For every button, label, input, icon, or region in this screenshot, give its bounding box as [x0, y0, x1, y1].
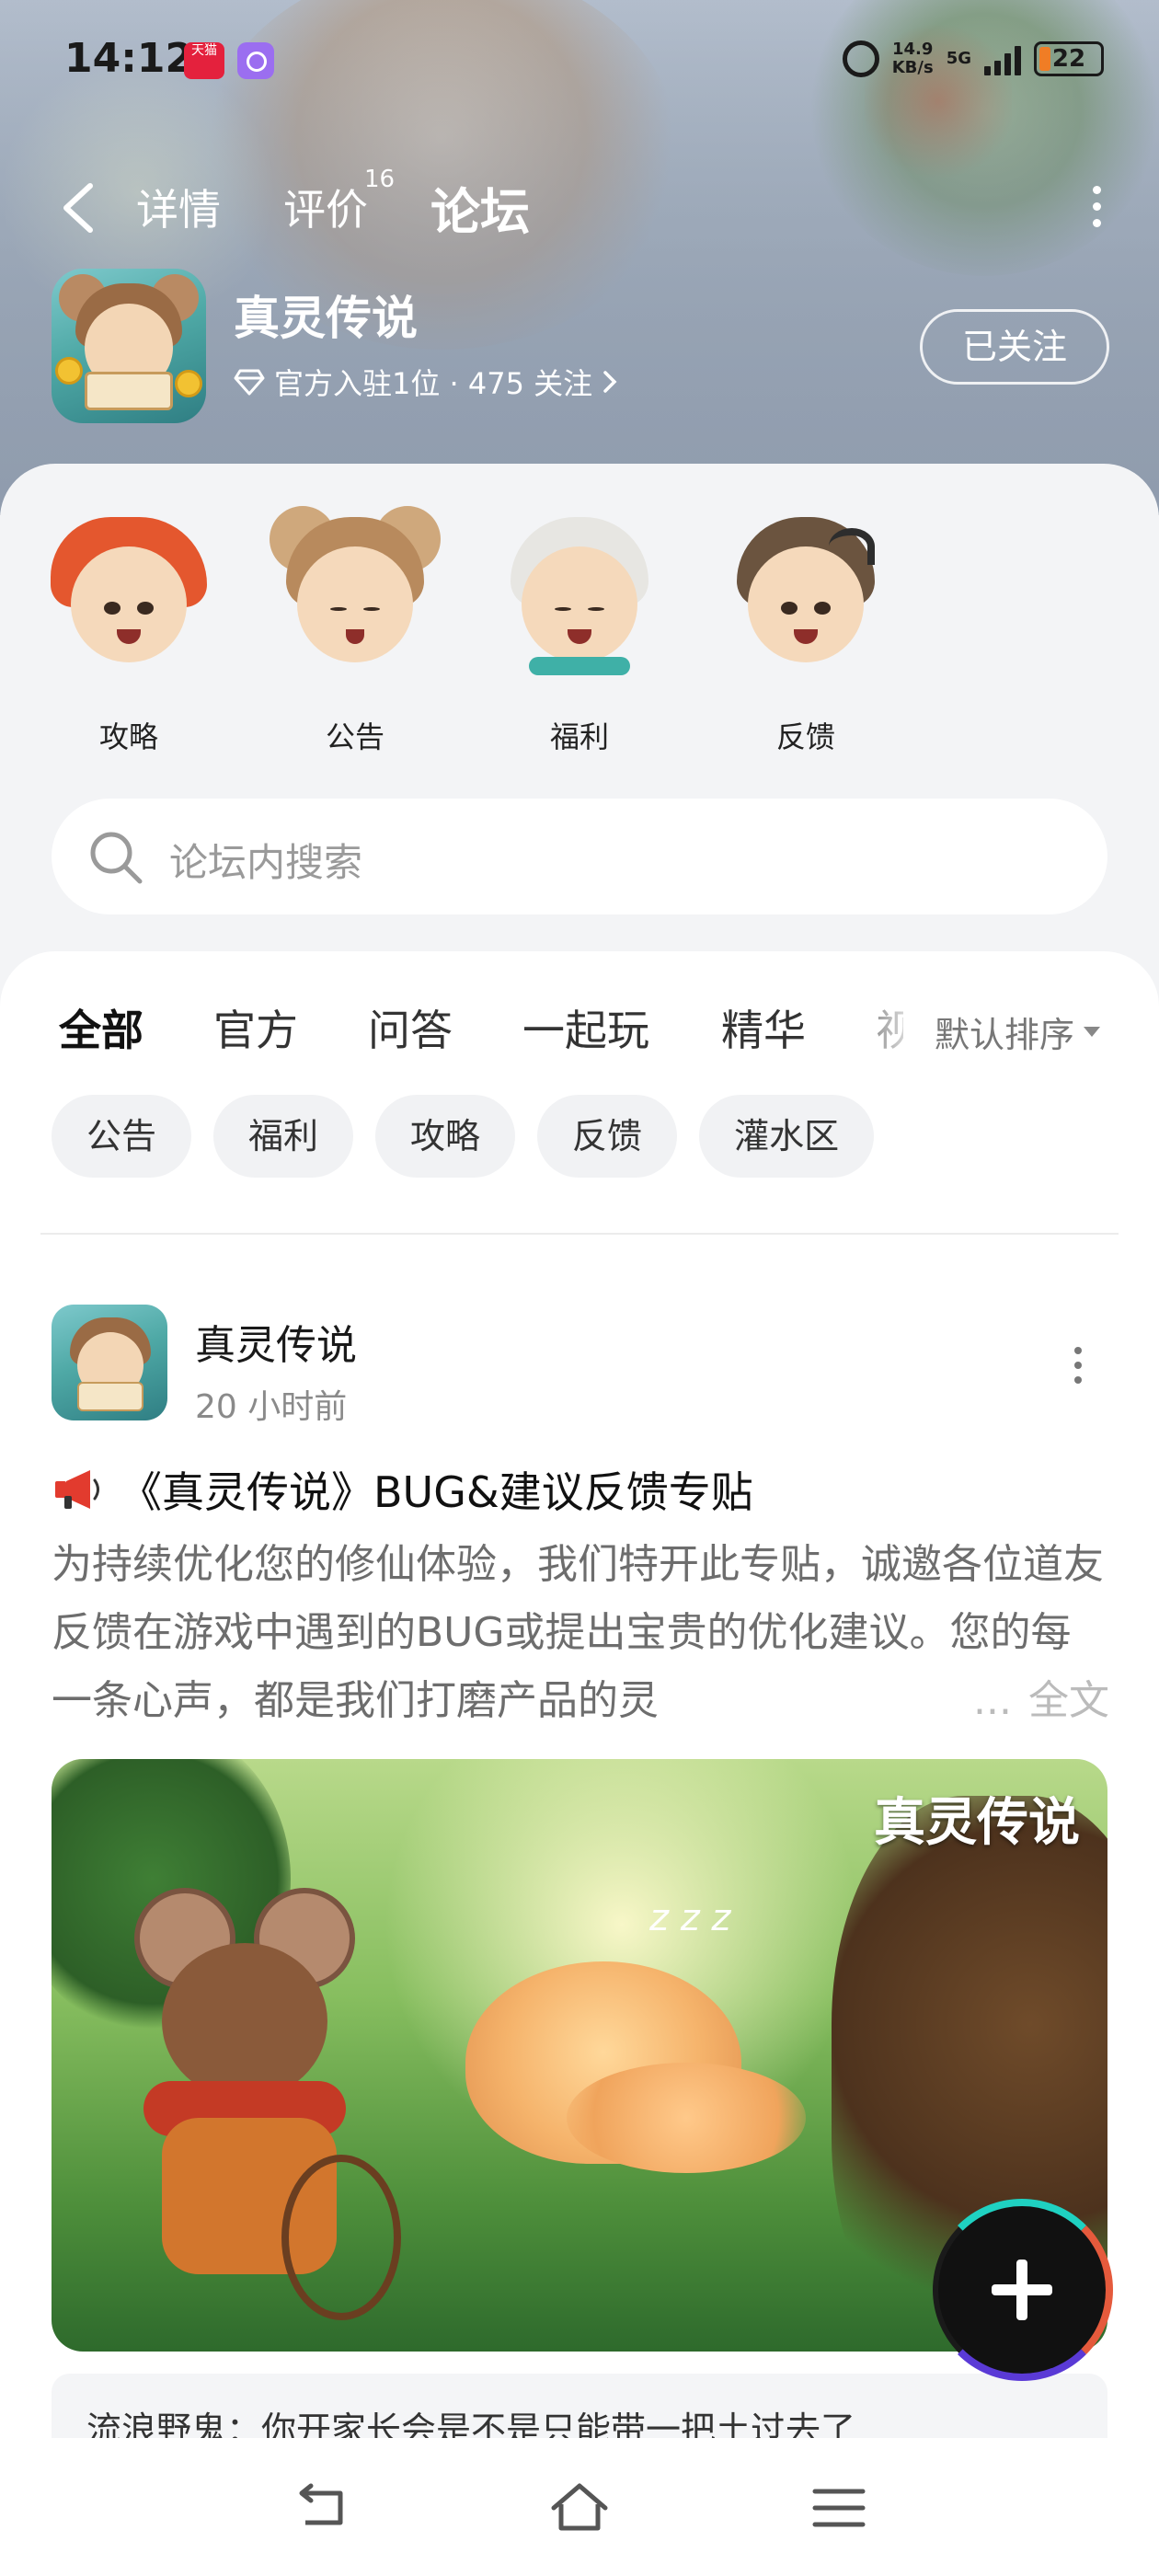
rope-lasso	[281, 2155, 401, 2320]
dropdown-caret-icon	[1084, 1027, 1101, 1037]
category-shortcuts: 攻略 公告 福利 反馈	[37, 500, 938, 776]
tab-reviews[interactable]: 评价 16	[283, 166, 395, 237]
category-label: 公告	[325, 719, 384, 754]
battery-icon: 22	[1034, 41, 1104, 76]
feed-tabs: 全部 官方 问答 一起玩 精华 视 默认排序	[0, 988, 1159, 1071]
benefits-avatar-icon	[492, 500, 667, 675]
feed-tab-play-together[interactable]: 一起玩	[522, 997, 649, 1058]
feed-tab-featured[interactable]: 精华	[721, 997, 806, 1058]
banner-brand-logo: 真灵传说	[874, 1792, 1080, 1853]
alarm-icon	[842, 40, 879, 77]
post-excerpt-text: 为持续优化您的修仙体验，我们特开此专贴，诚邀各位道友反馈在游戏中遇到的BUG或提…	[52, 1541, 1104, 1724]
game-info: 真灵传说 官方入驻1位 · 475 关注 已关注	[52, 269, 1109, 425]
post-more-icon[interactable]	[1073, 1347, 1084, 1393]
guide-avatar-icon	[41, 500, 216, 675]
feed-tab-official[interactable]: 官方	[213, 997, 298, 1058]
sort-label: 默认排序	[935, 1015, 1075, 1055]
review-count-badge: 16	[364, 166, 396, 193]
game-meta-text: 官方入驻1位 · 475 关注	[274, 366, 593, 401]
search-icon	[90, 832, 143, 884]
network-speed: 14.9 KB/s	[891, 40, 934, 77]
diamond-icon	[234, 369, 265, 396]
system-menu-icon[interactable]	[809, 2480, 868, 2536]
plus-icon	[992, 2260, 1052, 2320]
signal-icon	[984, 42, 1021, 75]
post-excerpt[interactable]: 为持续优化您的修仙体验，我们特开此专贴，诚邀各位道友反馈在游戏中遇到的BUG或提…	[52, 1531, 1109, 1735]
forum-search-bar[interactable]: 论坛内搜索	[52, 799, 1107, 914]
system-back-icon[interactable]	[293, 2480, 351, 2536]
category-label: 反馈	[775, 719, 835, 754]
sort-dropdown[interactable]: 默认排序	[935, 1006, 1101, 1057]
status-bar: 14:12 天猫 14.9 KB/s 5G 22	[0, 0, 1159, 120]
category-announcement[interactable]: 公告	[263, 500, 447, 776]
feed-tab-qa[interactable]: 问答	[368, 997, 453, 1058]
tab-details[interactable]: 详情	[136, 177, 221, 237]
notification-app-icon	[237, 42, 274, 79]
ellipsis: ...	[973, 1677, 1012, 1724]
game-icon[interactable]	[52, 269, 206, 423]
chip-chat-zone[interactable]: 灌水区	[699, 1095, 875, 1178]
category-label: 攻略	[98, 719, 158, 754]
back-arrow-icon[interactable]	[57, 180, 101, 236]
category-feedback[interactable]: 反馈	[714, 500, 898, 776]
feed-tab-all[interactable]: 全部	[59, 997, 143, 1058]
author-avatar[interactable]	[52, 1305, 167, 1420]
category-benefits[interactable]: 福利	[488, 500, 671, 776]
read-full-link[interactable]: ... 全文	[962, 1667, 1109, 1735]
full-text-label: 全文	[1028, 1677, 1109, 1724]
post-author[interactable]: 真灵传说	[195, 1312, 357, 1371]
divider	[40, 1233, 1119, 1235]
game-title: 真灵传说	[234, 292, 418, 345]
chip-feedback[interactable]: 反馈	[537, 1095, 678, 1178]
tabs-fade	[828, 988, 947, 1071]
feed-tab-label: 全部	[59, 1006, 143, 1055]
tab-forum-label: 论坛	[430, 183, 530, 241]
follow-button[interactable]: 已关注	[920, 309, 1109, 385]
more-options-icon[interactable]	[1089, 186, 1104, 232]
chip-guide[interactable]: 攻略	[375, 1095, 516, 1178]
system-home-icon[interactable]	[550, 2480, 609, 2536]
top-nav: 详情 评价 16 论坛	[0, 166, 1159, 248]
tab-forum[interactable]: 论坛	[430, 171, 530, 244]
network-type: 5G	[946, 49, 971, 68]
search-placeholder: 论坛内搜索	[169, 840, 363, 885]
sleep-zzz: z z z	[649, 1897, 731, 1939]
create-post-button[interactable]	[931, 2199, 1113, 2381]
filter-chips: 公告 福利 攻略 反馈 灌水区	[52, 1095, 875, 1178]
chevron-right-icon	[603, 371, 617, 393]
post-title[interactable]: 《真灵传说》BUG&建议反馈专贴	[52, 1459, 753, 1520]
tmall-app-icon: 天猫	[184, 42, 224, 79]
category-label: 福利	[549, 719, 609, 754]
post-title-text: 《真灵传说》BUG&建议反馈专贴	[120, 1467, 753, 1517]
chip-announcement[interactable]: 公告	[52, 1095, 192, 1178]
game-meta[interactable]: 官方入驻1位 · 475 关注	[234, 361, 618, 403]
system-nav-bar	[0, 2438, 1159, 2576]
announcement-avatar-icon	[268, 500, 442, 675]
post-time: 20 小时前	[195, 1388, 348, 1426]
tab-reviews-label: 评价	[283, 185, 368, 235]
status-time: 14:12	[64, 35, 194, 82]
megaphone-icon	[55, 1470, 99, 1509]
feedback-avatar-icon	[718, 500, 893, 675]
category-guide[interactable]: 攻略	[37, 500, 221, 776]
chip-benefits[interactable]: 福利	[213, 1095, 354, 1178]
